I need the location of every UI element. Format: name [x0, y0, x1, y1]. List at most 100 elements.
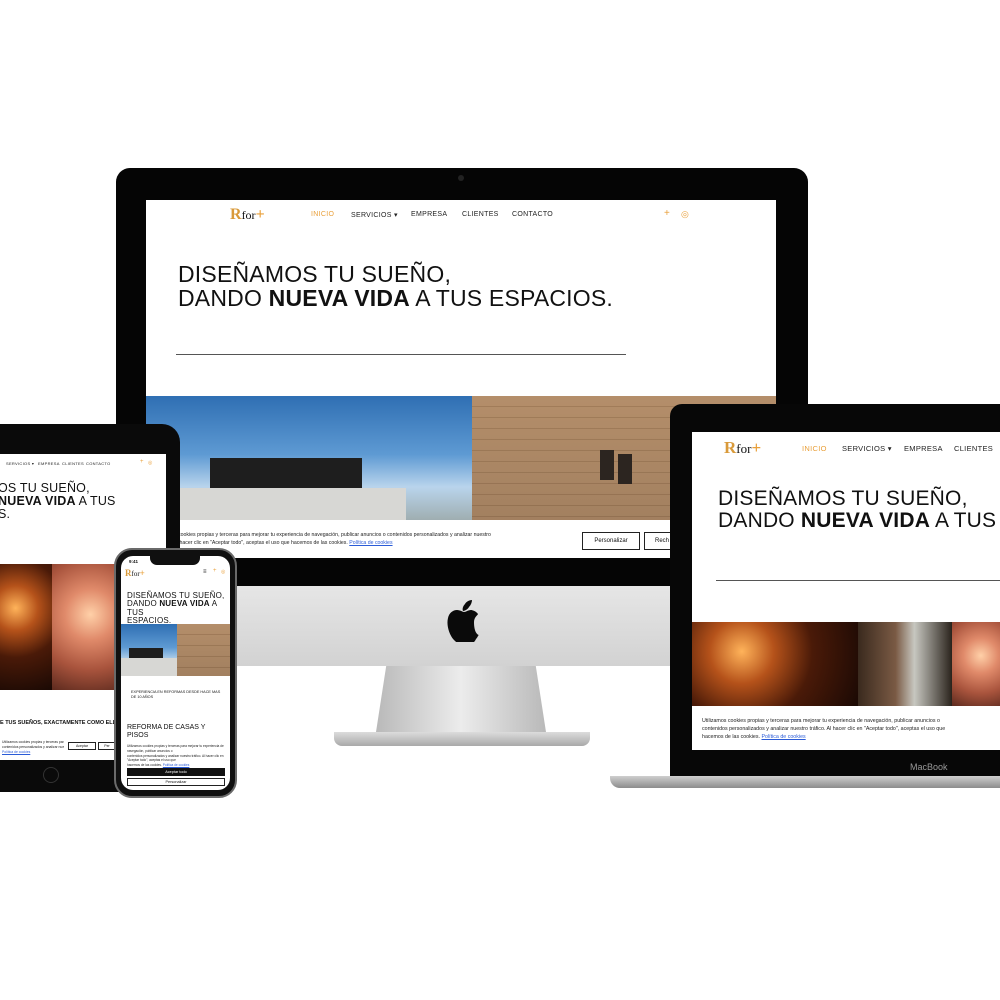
nav-inicio[interactable]: INICIO	[802, 444, 827, 453]
instagram-icon[interactable]: ◎	[681, 209, 689, 220]
nav-contacto[interactable]: CONTACTO	[512, 211, 553, 218]
cookie-text-b: al hacer clic en "Aceptar todo", aceptas…	[174, 539, 348, 546]
hero-photo-interior	[692, 622, 858, 706]
logo-for: for	[736, 441, 752, 456]
hero-title: DISEÑAMOS TU SUEÑO, DANDO NUEVA VIDA A T…	[718, 487, 996, 532]
apple-logo-icon	[447, 600, 479, 642]
cookie-text: Utilizamos cookies propias y terceras pa…	[2, 740, 64, 755]
nav-clientes[interactable]: CLIENTES	[62, 461, 84, 466]
macbook-screen: Rfor+ INICIO SERVICIOS ▾ EMPRESA CLIENTE…	[692, 432, 1000, 750]
tagline: E TUS SUEÑOS, EXACTAMENTE COMO ELLA	[0, 720, 120, 726]
personalizar-button[interactable]: Personalizar	[127, 778, 225, 786]
aceptar-button[interactable]: Aceptar	[68, 742, 96, 750]
nav-servicios[interactable]: SERVICIOS ▾	[842, 444, 892, 453]
house-block	[210, 458, 362, 488]
status-time: 9:41	[129, 559, 139, 564]
hero-bold: NUEVA VIDA	[0, 494, 76, 509]
hero-photo-brick	[952, 622, 1000, 706]
macbook-base	[610, 776, 1000, 788]
building-window	[618, 454, 632, 484]
imac-foot	[334, 732, 590, 746]
cookie-text: Utilizamos cookies propias y terceras pa…	[702, 718, 994, 742]
hero-line-1: DISEÑAMOS TU SUEÑO,	[178, 261, 452, 287]
plus-icon[interactable]: +	[213, 568, 217, 574]
site-logo[interactable]: Rfor+	[230, 206, 265, 224]
hero-line-3: S.	[0, 507, 11, 522]
hero-divider	[716, 580, 1000, 581]
cookie-text-b: contenidos personalizados y analizar nue…	[702, 725, 946, 732]
logo-plus: +	[255, 206, 265, 223]
building-window	[600, 450, 614, 480]
plus-icon[interactable]: +	[664, 208, 670, 219]
cookie-banner: Utilizamos cookies propias y terceras pa…	[692, 706, 1000, 750]
hero-line-2-c: A TUS ESPACIOS.	[409, 285, 613, 312]
hero-title: OS TU SUEÑO, NUEVA VIDA A TUS S.	[0, 481, 116, 522]
section-title: REFORMA DE CASAS Y PISOS	[127, 724, 206, 739]
hero-line-2: NUEVA VIDA A TUS	[0, 495, 116, 508]
nav-empresa[interactable]: EMPRESA	[904, 444, 943, 453]
hero-line-2-rest: A TUS	[75, 494, 116, 509]
cookie-text: s cookies propias y terceras para mejora…	[174, 532, 554, 548]
cookie-text-c: hacemos de las cookies.	[127, 763, 162, 768]
hero-bold: NUEVA VIDA	[268, 285, 410, 312]
cookie-policy-link[interactable]: Política de cookies	[762, 734, 806, 740]
nav-clientes[interactable]: CLIENTES	[462, 211, 499, 218]
house-wall	[121, 658, 177, 676]
hero-photo-classic-building	[177, 624, 230, 676]
hero-line-2-c: A TUS	[930, 509, 997, 533]
nav-servicios[interactable]: SERVICIOS ▾	[6, 461, 34, 466]
hero-bold: NUEVA VIDA	[159, 599, 210, 609]
instagram-icon[interactable]: ◎	[148, 460, 153, 466]
hero-line-2-a: DANDO	[178, 285, 269, 312]
hero-photo-modern-house	[146, 396, 472, 526]
hero-title: DISEÑAMOS TU SUEÑO, DANDO NUEVA VIDA A T…	[127, 591, 229, 626]
nav-clientes[interactable]: CLIENTES	[954, 444, 993, 453]
hero-photo-window	[858, 622, 952, 706]
logo-for: for	[241, 208, 256, 222]
logo-plus: +	[751, 438, 762, 457]
hero-line-1: DISEÑAMOS TU SUEÑO,	[718, 487, 968, 510]
hero-bold: NUEVA VIDA	[800, 509, 931, 533]
hero-line-2-a: DANDO	[718, 509, 801, 533]
imac-stand	[376, 666, 546, 732]
cookie-text-a: Utilizamos cookies propias y terceras pa…	[127, 744, 224, 753]
cookie-text-c: hacemos de las cookies.	[702, 733, 761, 740]
accept-all-button[interactable]: Aceptar todo	[127, 768, 225, 776]
iphone-notch	[150, 556, 200, 565]
hero-photo-brick	[52, 564, 116, 690]
hero-line-2: DANDO NUEVA VIDA A TUS	[718, 510, 996, 532]
macbook-label: MacBook	[910, 762, 948, 772]
site-logo[interactable]: Rfor+	[724, 438, 761, 458]
hero-caption: EXPERIENCIA EN REFORMAS DESDE HACE MAS D…	[131, 690, 221, 699]
cookie-text-b: contenidos personalizados y analizar nue…	[127, 753, 224, 763]
nav-empresa[interactable]: EMPRESA	[411, 211, 447, 218]
nav-inicio[interactable]: INICIO	[311, 211, 334, 218]
logo-plus: +	[139, 568, 145, 578]
plus-icon[interactable]: +	[140, 459, 144, 465]
nav-empresa[interactable]: EMPRESA	[38, 461, 60, 466]
menu-icon[interactable]: ≡	[203, 569, 207, 575]
hero-divider	[176, 354, 626, 355]
hero-photo-modern-house	[121, 624, 177, 676]
hero-line-2: DANDO NUEVA VIDA A TUS	[127, 600, 229, 617]
site-logo[interactable]: Rfor+	[125, 568, 145, 578]
cookie-text: Utilizamos cookies propias y terceras pa…	[127, 744, 225, 768]
personalizar-button[interactable]: Personalizar	[582, 532, 640, 550]
imac-camera	[458, 175, 464, 181]
instagram-icon[interactable]: ◎	[221, 569, 225, 575]
hero-line-2: DANDO NUEVA VIDA A TUS ESPACIOS.	[178, 286, 613, 310]
cookie-policy-link[interactable]: Política de cookies	[163, 763, 190, 767]
cookie-text-a: Utilizamos cookies propias y terceras pa…	[702, 718, 940, 724]
cookie-policy-link[interactable]: Política de cookies	[349, 540, 392, 546]
logo-for: for	[131, 570, 140, 578]
house-block	[129, 648, 163, 658]
hero-title: DISEÑAMOS TU SUEÑO, DANDO NUEVA VIDA A T…	[178, 262, 613, 310]
cookie-policy-link[interactable]: Política de cookies	[2, 750, 64, 755]
nav-servicios[interactable]: SERVICIOS ▾	[351, 211, 398, 219]
ipad-home-button	[43, 767, 59, 783]
hero-photo-interior	[0, 564, 52, 690]
logo-r: R	[724, 438, 737, 457]
nav-contacto[interactable]: CONTACTO	[86, 461, 110, 466]
cookie-text-a: s cookies propias y terceras para mejora…	[174, 532, 491, 538]
logo-r: R	[230, 206, 242, 223]
